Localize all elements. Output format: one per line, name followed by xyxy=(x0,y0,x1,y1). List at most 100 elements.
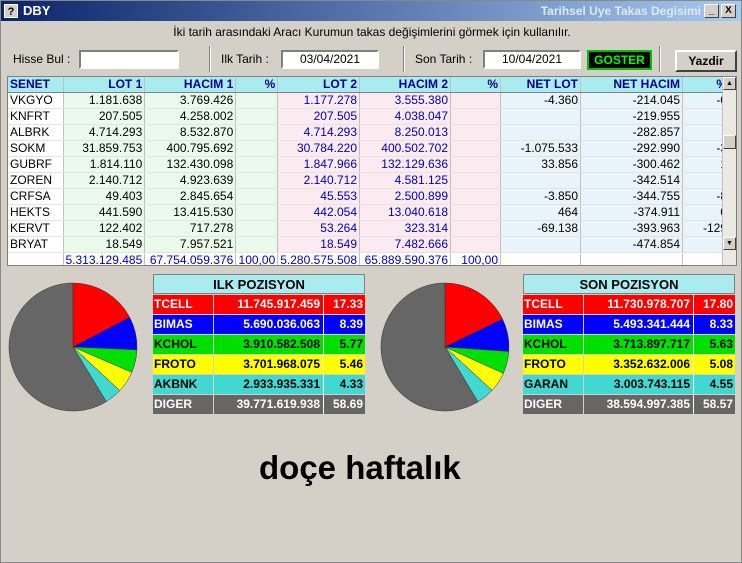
column-header[interactable]: NET HACIM xyxy=(580,77,683,93)
table-row[interactable]: KERVT 122.402 717.278 53.264 323.314 -69.138-… xyxy=(8,220,730,237)
position-value: 5.493.341.444 xyxy=(583,315,693,334)
end-date-label: Son Tarih : xyxy=(415,52,473,66)
total-cell xyxy=(8,252,64,265)
toolbar-separator xyxy=(403,46,405,72)
table-cell: 4.714.293 xyxy=(277,124,360,141)
vertical-scrollbar[interactable]: ▲ ▼ xyxy=(722,77,736,265)
stock-symbol-cell: KNFRT xyxy=(8,108,64,125)
table-cell: 53.264 xyxy=(277,220,360,237)
position-value: 3.003.743.115 xyxy=(583,375,693,394)
column-header[interactable]: HACIM 1 xyxy=(144,77,237,93)
position-row: AKBNK 2.933.935.331 4.33 xyxy=(153,375,365,394)
close-button[interactable]: X xyxy=(721,4,736,18)
table-cell xyxy=(450,188,501,205)
ilk-pozisyon-title: ILK POZISYON xyxy=(153,274,365,294)
title-bar[interactable]: ? DBY Tarihsel Uye Takas Degisimi _ X xyxy=(1,1,741,21)
total-cell: 67.754.059.376 xyxy=(144,252,237,265)
stock-symbol-cell: VKGYO xyxy=(8,92,64,109)
column-header[interactable]: NET LOT xyxy=(500,77,581,93)
position-stock-name: TCELL xyxy=(153,295,213,314)
table-cell: 7.957.521 xyxy=(144,236,237,253)
stock-symbol-cell: ZOREN xyxy=(8,172,64,189)
table-cell: -300.462 xyxy=(580,156,683,173)
table-cell: 4.258.002 xyxy=(144,108,237,125)
position-stock-name: AKBNK xyxy=(153,375,213,394)
table-cell: 4.038.047 xyxy=(359,108,451,125)
table-cell xyxy=(450,140,501,157)
table-row[interactable]: ZOREN 2.140.712 4.923.639 2.140.712 4.581.12… xyxy=(8,172,730,189)
table-row[interactable]: BRYAT 18.549 7.957.521 18.549 7.482.666 -474.… xyxy=(8,236,730,253)
table-cell: -3.850 xyxy=(500,188,581,205)
position-row: KCHOL 3.713.897.717 5.63 xyxy=(523,335,735,354)
table-cell: -69.138 xyxy=(500,220,581,237)
table-row[interactable]: GUBRF 1.814.110 132.430.098 1.847.966 132.12… xyxy=(8,156,730,173)
table-row[interactable]: HEKTS 441.590 13.415.530 442.054 13.040.618 4… xyxy=(8,204,730,221)
table-cell: 4.923.639 xyxy=(144,172,237,189)
toolbar-separator xyxy=(659,46,661,72)
table-row[interactable]: ALBRK 4.714.293 8.532.870 4.714.293 8.250.01… xyxy=(8,124,730,141)
table-cell: -1.075.533 xyxy=(500,140,581,157)
table-row[interactable]: KNFRT 207.505 4.258.002 207.505 4.038.047 -21… xyxy=(8,108,730,125)
table-cell: 464 xyxy=(500,204,581,221)
table-cell: 442.054 xyxy=(277,204,360,221)
position-stock-name: TCELL xyxy=(523,295,583,314)
column-header[interactable]: LOT 1 xyxy=(63,77,146,93)
position-row: BIMAS 5.690.036.063 8.39 xyxy=(153,315,365,334)
table-row[interactable]: SOKM 31.859.753 400.795.692 30.784.220 400.5… xyxy=(8,140,730,157)
position-stock-name: KCHOL xyxy=(523,335,583,354)
table-cell: 13.415.530 xyxy=(144,204,237,221)
position-row: DIGER 38.594.997.385 58.57 xyxy=(523,395,735,414)
stock-symbol-cell: BRYAT xyxy=(8,236,64,253)
table-cell: 323.314 xyxy=(359,220,451,237)
table-cell: 717.278 xyxy=(144,220,237,237)
scroll-up-arrow-icon[interactable]: ▲ xyxy=(723,77,736,90)
table-cell: 1.814.110 xyxy=(63,156,146,173)
table-cell: 4.581.125 xyxy=(359,172,451,189)
print-button[interactable]: Yazdir xyxy=(675,50,737,72)
stock-search-input[interactable] xyxy=(79,50,179,69)
toolbar-separator xyxy=(209,46,211,72)
scroll-down-arrow-icon[interactable]: ▼ xyxy=(723,237,736,250)
column-header[interactable]: % xyxy=(235,77,279,93)
stock-symbol-cell: CRFSA xyxy=(8,188,64,205)
stock-symbol-cell: KERVT xyxy=(8,220,64,237)
table-cell xyxy=(235,204,279,221)
table-cell: 18.549 xyxy=(63,236,146,253)
table-cell: 18.549 xyxy=(277,236,360,253)
table-row[interactable]: VKGYO 1.181.638 3.769.426 1.177.278 3.555.38… xyxy=(8,92,730,109)
table-cell xyxy=(500,236,581,253)
table-cell: 2.140.712 xyxy=(63,172,146,189)
end-date-input[interactable]: 10/04/2021 xyxy=(483,50,581,69)
position-percent: 58.57 xyxy=(693,395,735,414)
overlay-caption: doçe haftalık xyxy=(259,449,461,486)
system-menu-icon[interactable]: ? xyxy=(4,4,18,18)
column-header[interactable]: SENET xyxy=(8,77,64,93)
table-cell: 2.140.712 xyxy=(277,172,360,189)
table-cell xyxy=(235,236,279,253)
table-cell: -474.854 xyxy=(580,236,683,253)
scroll-thumb[interactable] xyxy=(723,135,736,149)
takas-grid[interactable]: SENET LOT 1 HACIM 1% LOT 2 HACIM 2% NET LOT NE… xyxy=(7,76,737,266)
table-cell xyxy=(450,236,501,253)
table-cell: 1.847.966 xyxy=(277,156,360,173)
start-date-input[interactable]: 03/04/2021 xyxy=(281,50,379,69)
position-row: TCELL 11.730.978.707 17.80 xyxy=(523,295,735,314)
column-header[interactable]: HACIM 2 xyxy=(359,77,451,93)
show-button[interactable]: GOSTER xyxy=(587,50,652,70)
position-percent: 5.08 xyxy=(693,355,735,374)
column-header[interactable]: LOT 2 xyxy=(277,77,360,93)
minimize-button[interactable]: _ xyxy=(704,4,719,18)
table-cell: 1.177.278 xyxy=(277,92,360,109)
total-cell: 100,00 xyxy=(450,252,501,265)
table-cell: -344.755 xyxy=(580,188,683,205)
position-stock-name: DIGER xyxy=(153,395,213,414)
stock-symbol-cell: GUBRF xyxy=(8,156,64,173)
table-cell xyxy=(235,220,279,237)
table-cell: 207.505 xyxy=(277,108,360,125)
column-header[interactable]: % xyxy=(450,77,501,93)
table-cell xyxy=(235,92,279,109)
position-percent: 17.33 xyxy=(323,295,365,314)
table-row[interactable]: CRFSA 49.403 2.845.654 45.553 2.500.899 -3.85… xyxy=(8,188,730,205)
position-row: DIGER 39.771.619.938 58.69 xyxy=(153,395,365,414)
position-value: 5.690.036.063 xyxy=(213,315,323,334)
